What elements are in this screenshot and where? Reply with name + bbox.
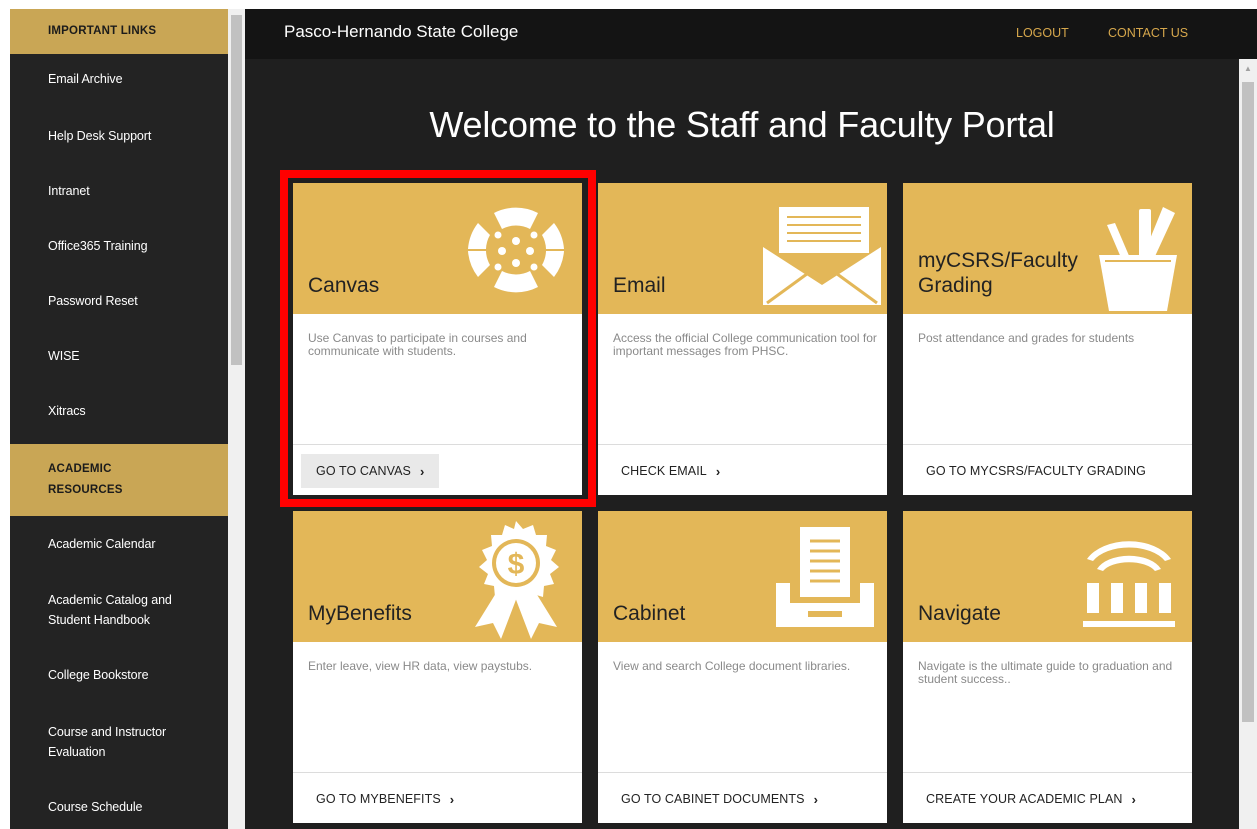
sidebar-item-course-schedule[interactable]: Course Schedule [10, 797, 228, 817]
contact-us-link[interactable]: CONTACT US [1108, 26, 1188, 40]
card-description: Post attendance and grades for students [918, 331, 1135, 345]
chevron-right-icon: › [449, 791, 455, 807]
sidebar-item-label: Xitracs [48, 404, 86, 418]
create-academic-plan-button[interactable]: CREATE YOUR ACADEMIC PLAN › [911, 782, 1151, 816]
sidebar-item-label: Intranet [48, 184, 90, 198]
card-description: Enter leave, view HR data, view paystubs… [308, 659, 533, 673]
card-mybenefits: $ MyBenefits Enter leave, view HR data, … [293, 511, 582, 823]
go-to-cabinet-button[interactable]: GO TO CABINET DOCUMENTS › [606, 782, 833, 816]
sidebar-item-help-desk[interactable]: Help Desk Support [10, 126, 228, 146]
chevron-right-icon: › [813, 791, 819, 807]
sidebar-item-label: Office365 Training [48, 239, 148, 253]
button-label: GO TO MYBENEFITS [316, 792, 441, 806]
sidebar-item-email-archive[interactable]: Email Archive [10, 69, 228, 89]
sidebar-item-label: Course Schedule [48, 800, 143, 814]
card-title: Cabinet [613, 602, 686, 625]
card-title: MyBenefits [308, 602, 412, 625]
sidebar-item-college-bookstore[interactable]: College Bookstore [10, 665, 228, 685]
svg-text:$: $ [508, 548, 525, 581]
sidebar-item-academic-calendar[interactable]: Academic Calendar [10, 534, 228, 554]
sidebar-item-wise[interactable]: WISE [10, 346, 228, 366]
button-label: GO TO MYCSRS/FACULTY GRADING [926, 464, 1146, 478]
card-footer: CREATE YOUR ACADEMIC PLAN › [903, 772, 1192, 823]
main-scrollbar-thumb[interactable] [1242, 82, 1254, 722]
card-email: Email Access the official College commun… [598, 183, 887, 495]
scroll-up-arrow-icon[interactable]: ▲ [1242, 64, 1254, 74]
logout-link[interactable]: LOGOUT [1016, 26, 1069, 40]
sidebar-item-label: Student Handbook [48, 613, 150, 627]
page-title: Welcome to the Staff and Faculty Portal [429, 104, 1055, 145]
card-title: Grading [918, 274, 993, 297]
canvas-highlight-box [280, 170, 596, 507]
card-title: Email [613, 274, 666, 297]
sidebar-item-label: Academic Calendar [48, 537, 156, 551]
card-footer: GO TO CABINET DOCUMENTS › [598, 772, 887, 823]
pencil-cup-icon [1099, 207, 1177, 311]
sidebar-item-label: Academic Catalog and [48, 593, 172, 607]
card-description: View and search College document librari… [613, 659, 851, 673]
card-description: Access the official College communicatio… [613, 331, 877, 358]
sidebar-header-label: ACADEMIC [48, 463, 112, 475]
sidebar-item-label: Course and Instructor [48, 725, 167, 739]
college-name: Pasco-Hernando State College [284, 22, 519, 41]
card-footer: CHECK EMAIL › [598, 444, 887, 495]
card-navigate: Navigate Navigate is the ultimate guide … [903, 511, 1192, 823]
sidebar-scrollbar-thumb[interactable] [231, 15, 242, 365]
card-cabinet: Cabinet View and search College document… [598, 511, 887, 823]
card-description: Navigate is the ultimate guide to gradua… [918, 659, 1173, 686]
check-email-button[interactable]: CHECK EMAIL › [606, 454, 735, 488]
document-tray-icon [776, 527, 874, 627]
sidebar-item-label: Email Archive [48, 72, 123, 86]
sidebar-item-password-reset[interactable]: Password Reset [10, 291, 228, 311]
sidebar-item-academic-catalog[interactable]: Academic Catalog and Student Handbook [10, 590, 228, 630]
sidebar-item-label: Help Desk Support [48, 129, 152, 143]
sidebar: IMPORTANT LINKS Email Archive Help Desk … [10, 9, 228, 829]
button-label: GO TO CABINET DOCUMENTS [621, 792, 805, 806]
award-ribbon-icon: $ [475, 521, 559, 639]
building-columns-icon [1083, 541, 1175, 627]
chevron-right-icon: › [715, 463, 721, 479]
go-to-mycsrs-button[interactable]: GO TO MYCSRS/FACULTY GRADING [911, 454, 1161, 488]
sidebar-item-label: Password Reset [48, 294, 138, 308]
sidebar-item-label: WISE [48, 349, 80, 363]
sidebar-header-label: RESOURCES [48, 484, 123, 496]
sidebar-header-academic-resources: ACADEMIC RESOURCES [10, 444, 228, 516]
envelope-icon [763, 207, 881, 305]
sidebar-item-label: Evaluation [48, 745, 106, 759]
button-label: CREATE YOUR ACADEMIC PLAN [926, 792, 1123, 806]
sidebar-header-important-links: IMPORTANT LINKS [10, 9, 228, 54]
chevron-right-icon: › [1131, 791, 1136, 807]
sidebar-item-course-evaluation[interactable]: Course and Instructor Evaluation [10, 722, 228, 762]
card-mycsrs: myCSRS/Faculty Grading Post attendance a… [903, 183, 1192, 495]
sidebar-item-label: College Bookstore [48, 668, 149, 682]
card-footer: GO TO MYBENEFITS › [293, 772, 582, 823]
card-title: myCSRS/Faculty [918, 249, 1078, 272]
button-label: CHECK EMAIL [621, 464, 707, 478]
card-footer: GO TO MYCSRS/FACULTY GRADING [903, 444, 1192, 495]
sidebar-item-xitracs[interactable]: Xitracs [10, 401, 228, 421]
go-to-mybenefits-button[interactable]: GO TO MYBENEFITS › [301, 782, 469, 816]
sidebar-header-label: IMPORTANT LINKS [48, 25, 157, 37]
sidebar-item-intranet[interactable]: Intranet [10, 181, 228, 201]
card-title: Navigate [918, 602, 1001, 625]
sidebar-item-office365-training[interactable]: Office365 Training [10, 236, 228, 256]
